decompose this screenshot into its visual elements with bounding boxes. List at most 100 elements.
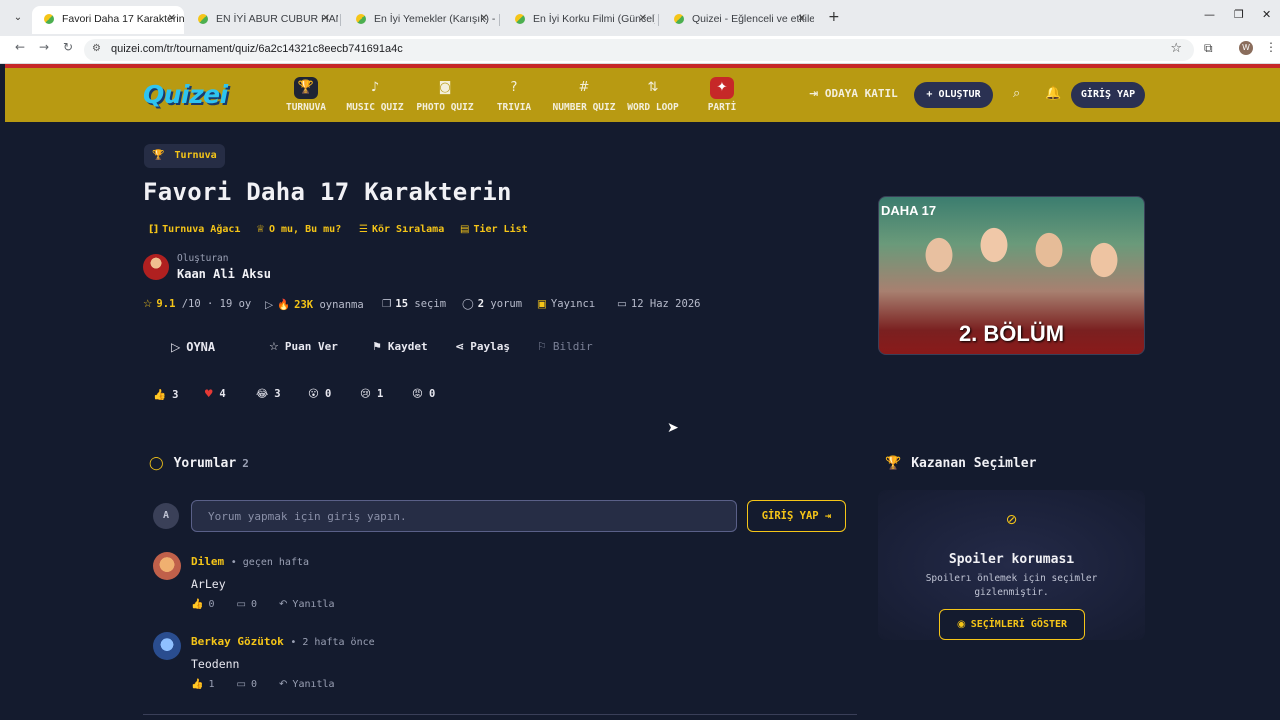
eye-off-icon: ⊘ [1005,512,1018,528]
reaction-laugh[interactable]: 😂 3 [256,388,281,400]
tab-close-icon[interactable]: ✕ [639,6,647,32]
choices-label: seçim [414,298,447,310]
nav-item-number-quiz[interactable]: # NUMBER QUIZ [547,77,621,113]
nav-item-parti[interactable]: ✦ PARTİ [685,77,759,113]
browser-tab[interactable]: EN İYİ ABUR CUBUR HANGİSİ? ✕ [186,6,338,34]
share-icon: ⋖ [455,340,465,353]
reply-button[interactable]: ↶ Yanıtla [279,599,335,610]
browser-tab[interactable]: Favori Daha 17 Karakterin - Tier ✕ [32,6,184,34]
reaction-sad[interactable]: 😢 1 [360,388,383,400]
fire-icon: 🔥 [277,299,291,311]
comment-avatar[interactable] [153,632,181,660]
star-icon: ☆ [143,298,153,310]
reply-count: 0 [250,599,257,610]
url-field[interactable]: ⚙ quizei.com/tr/tournament/quiz/6a2c1432… [84,39,1194,61]
stat-publisher[interactable]: ▣ Yayıncı [537,298,595,310]
share-button[interactable]: ⋖ Paylaş [455,340,510,353]
comment-replies-button[interactable]: ▭ 0 [237,679,273,690]
comments-title: Yorumlar [173,456,237,471]
profile-avatar[interactable]: W [1239,41,1253,55]
category-badge[interactable]: 🏆 Turnuva [144,144,225,168]
link-blind-ranking[interactable]: ☰ Kör Sıralama [359,224,444,235]
comment-avatar[interactable] [153,552,181,580]
stat-rating: ☆ 9.1 /10 · 19 oy [143,298,251,310]
reply-label: Yanıtla [292,679,335,690]
comment-replies-button[interactable]: ▭ 0 [237,599,273,610]
restore-icon[interactable]: ❐ [1234,8,1244,21]
reply-count: 0 [250,679,257,690]
reaction-love[interactable]: ♥ 4 [204,388,226,400]
tab-close-icon[interactable]: ✕ [168,6,176,32]
link-tournament-tree[interactable]: [] Turnuva Ağacı [149,224,240,235]
my-avatar: A [153,503,179,529]
cover-show-tag: DAHA 17 [881,203,937,218]
favicon-icon [674,14,684,24]
author-avatar[interactable] [143,254,169,280]
nav-item-turnuva[interactable]: 🏆 TURNUVA [269,77,343,113]
back-icon[interactable]: ← [15,40,25,54]
nav-label: NUMBER QUIZ [552,102,616,113]
comment-like-button[interactable]: 👍 1 [191,679,230,690]
link-this-or-that[interactable]: ♕ O mu, Bu mu? [256,224,341,235]
comment-author-name[interactable]: Berkay Gözütok [191,635,284,648]
like-count: 0 [208,599,215,610]
site-logo[interactable]: Quizei [143,80,228,109]
login-button[interactable]: GİRİŞ YAP [1071,82,1145,108]
site-info-icon[interactable]: ⚙ [92,43,101,54]
join-room-label: ODAYA KATIL [824,87,898,100]
address-bar: ← → ↻ ⚙ quizei.com/tr/tournament/quiz/6a… [0,36,1280,64]
nav-label: TURNUVA [285,102,327,113]
thumbs-up-icon: 👍 [153,389,167,401]
tab-title: EN İYİ ABUR CUBUR HANGİSİ? [216,13,338,25]
browser-tab[interactable]: En İyi Korku Filmi (Güncel) - Tie ✕ [503,6,655,34]
rate-label: Puan Ver [284,340,338,353]
plays-value: 23K [294,299,314,311]
quiz-cover-image[interactable]: DAHA 17 2. BÖLÜM [878,196,1145,355]
new-tab-icon[interactable]: + [828,9,840,25]
tab-close-icon[interactable]: ✕ [480,6,488,32]
trophy-icon: 🏆 [885,456,902,471]
author-name[interactable]: Kaan Ali Aksu [177,267,271,281]
reload-icon[interactable]: ↻ [63,40,73,54]
search-icon[interactable]: ⌕ [1013,86,1020,101]
window-close-icon[interactable]: ✕ [1262,8,1271,21]
reaction-like[interactable]: 👍 3 [153,388,178,401]
comment-input[interactable] [191,500,737,532]
laugh-icon: 😂 [256,388,269,400]
link-tier-list[interactable]: ▤ Tier List [460,224,528,235]
comment-author-name[interactable]: Dilem [191,555,224,568]
rate-button[interactable]: ☆ Puan Ver [269,340,338,353]
create-button[interactable]: + OLUŞTUR [914,82,993,108]
report-button[interactable]: ⚐ Bildir [537,340,593,353]
reaction-wow[interactable]: 😮 0 [308,388,331,400]
bell-icon[interactable]: 🔔 [1045,86,1061,101]
show-choices-button[interactable]: ◉ SEÇİMLERİ GÖSTER [939,609,1085,640]
tab-search-icon[interactable]: ⌄ [10,10,26,26]
rating-value: 9.1 [156,298,176,310]
reaction-angry[interactable]: 😡 0 [412,388,435,400]
browser-tab[interactable]: En İyi Yemekler (Karışık) - Tier L ✕ [344,6,496,34]
minimize-icon[interactable]: — [1204,8,1215,21]
bookmark-star-icon[interactable]: ☆ [1170,41,1182,56]
extensions-icon[interactable]: ⧉ [1204,41,1213,56]
comments-divider [143,714,857,715]
nav-label: PARTİ [707,102,737,113]
nav-item-music-quiz[interactable]: ♪ MUSIC QUIZ [338,77,412,113]
reaction-count: 0 [324,388,332,400]
nav-item-word-loop[interactable]: ⇅ WORD LOOP [616,77,690,113]
save-button[interactable]: ⚑ Kaydet [372,340,428,353]
browser-tab[interactable]: Quizei - Eğlenceli ve etkileşimli ✕ [662,6,814,34]
reply-button[interactable]: ↶ Yanıtla [279,679,335,690]
forward-icon[interactable]: → [39,40,49,54]
nav-item-trivia[interactable]: ? TRIVIA [477,77,551,113]
report-label: Bildir [552,340,593,353]
tab-close-icon[interactable]: ✕ [322,6,330,32]
reply-icon: ↶ [279,679,288,690]
browser-menu-icon[interactable]: ⋮ [1265,40,1277,54]
join-room-link[interactable]: ⇥ ODAYA KATIL [809,87,898,100]
comment-login-button[interactable]: GİRİŞ YAP ⇥ [747,500,846,532]
tab-close-icon[interactable]: ✕ [798,6,806,32]
nav-item-photo-quiz[interactable]: ◙ PHOTO QUIZ [408,77,482,113]
play-button[interactable]: ▷ OYNA [171,340,215,354]
comment-like-button[interactable]: 👍 0 [191,599,230,610]
